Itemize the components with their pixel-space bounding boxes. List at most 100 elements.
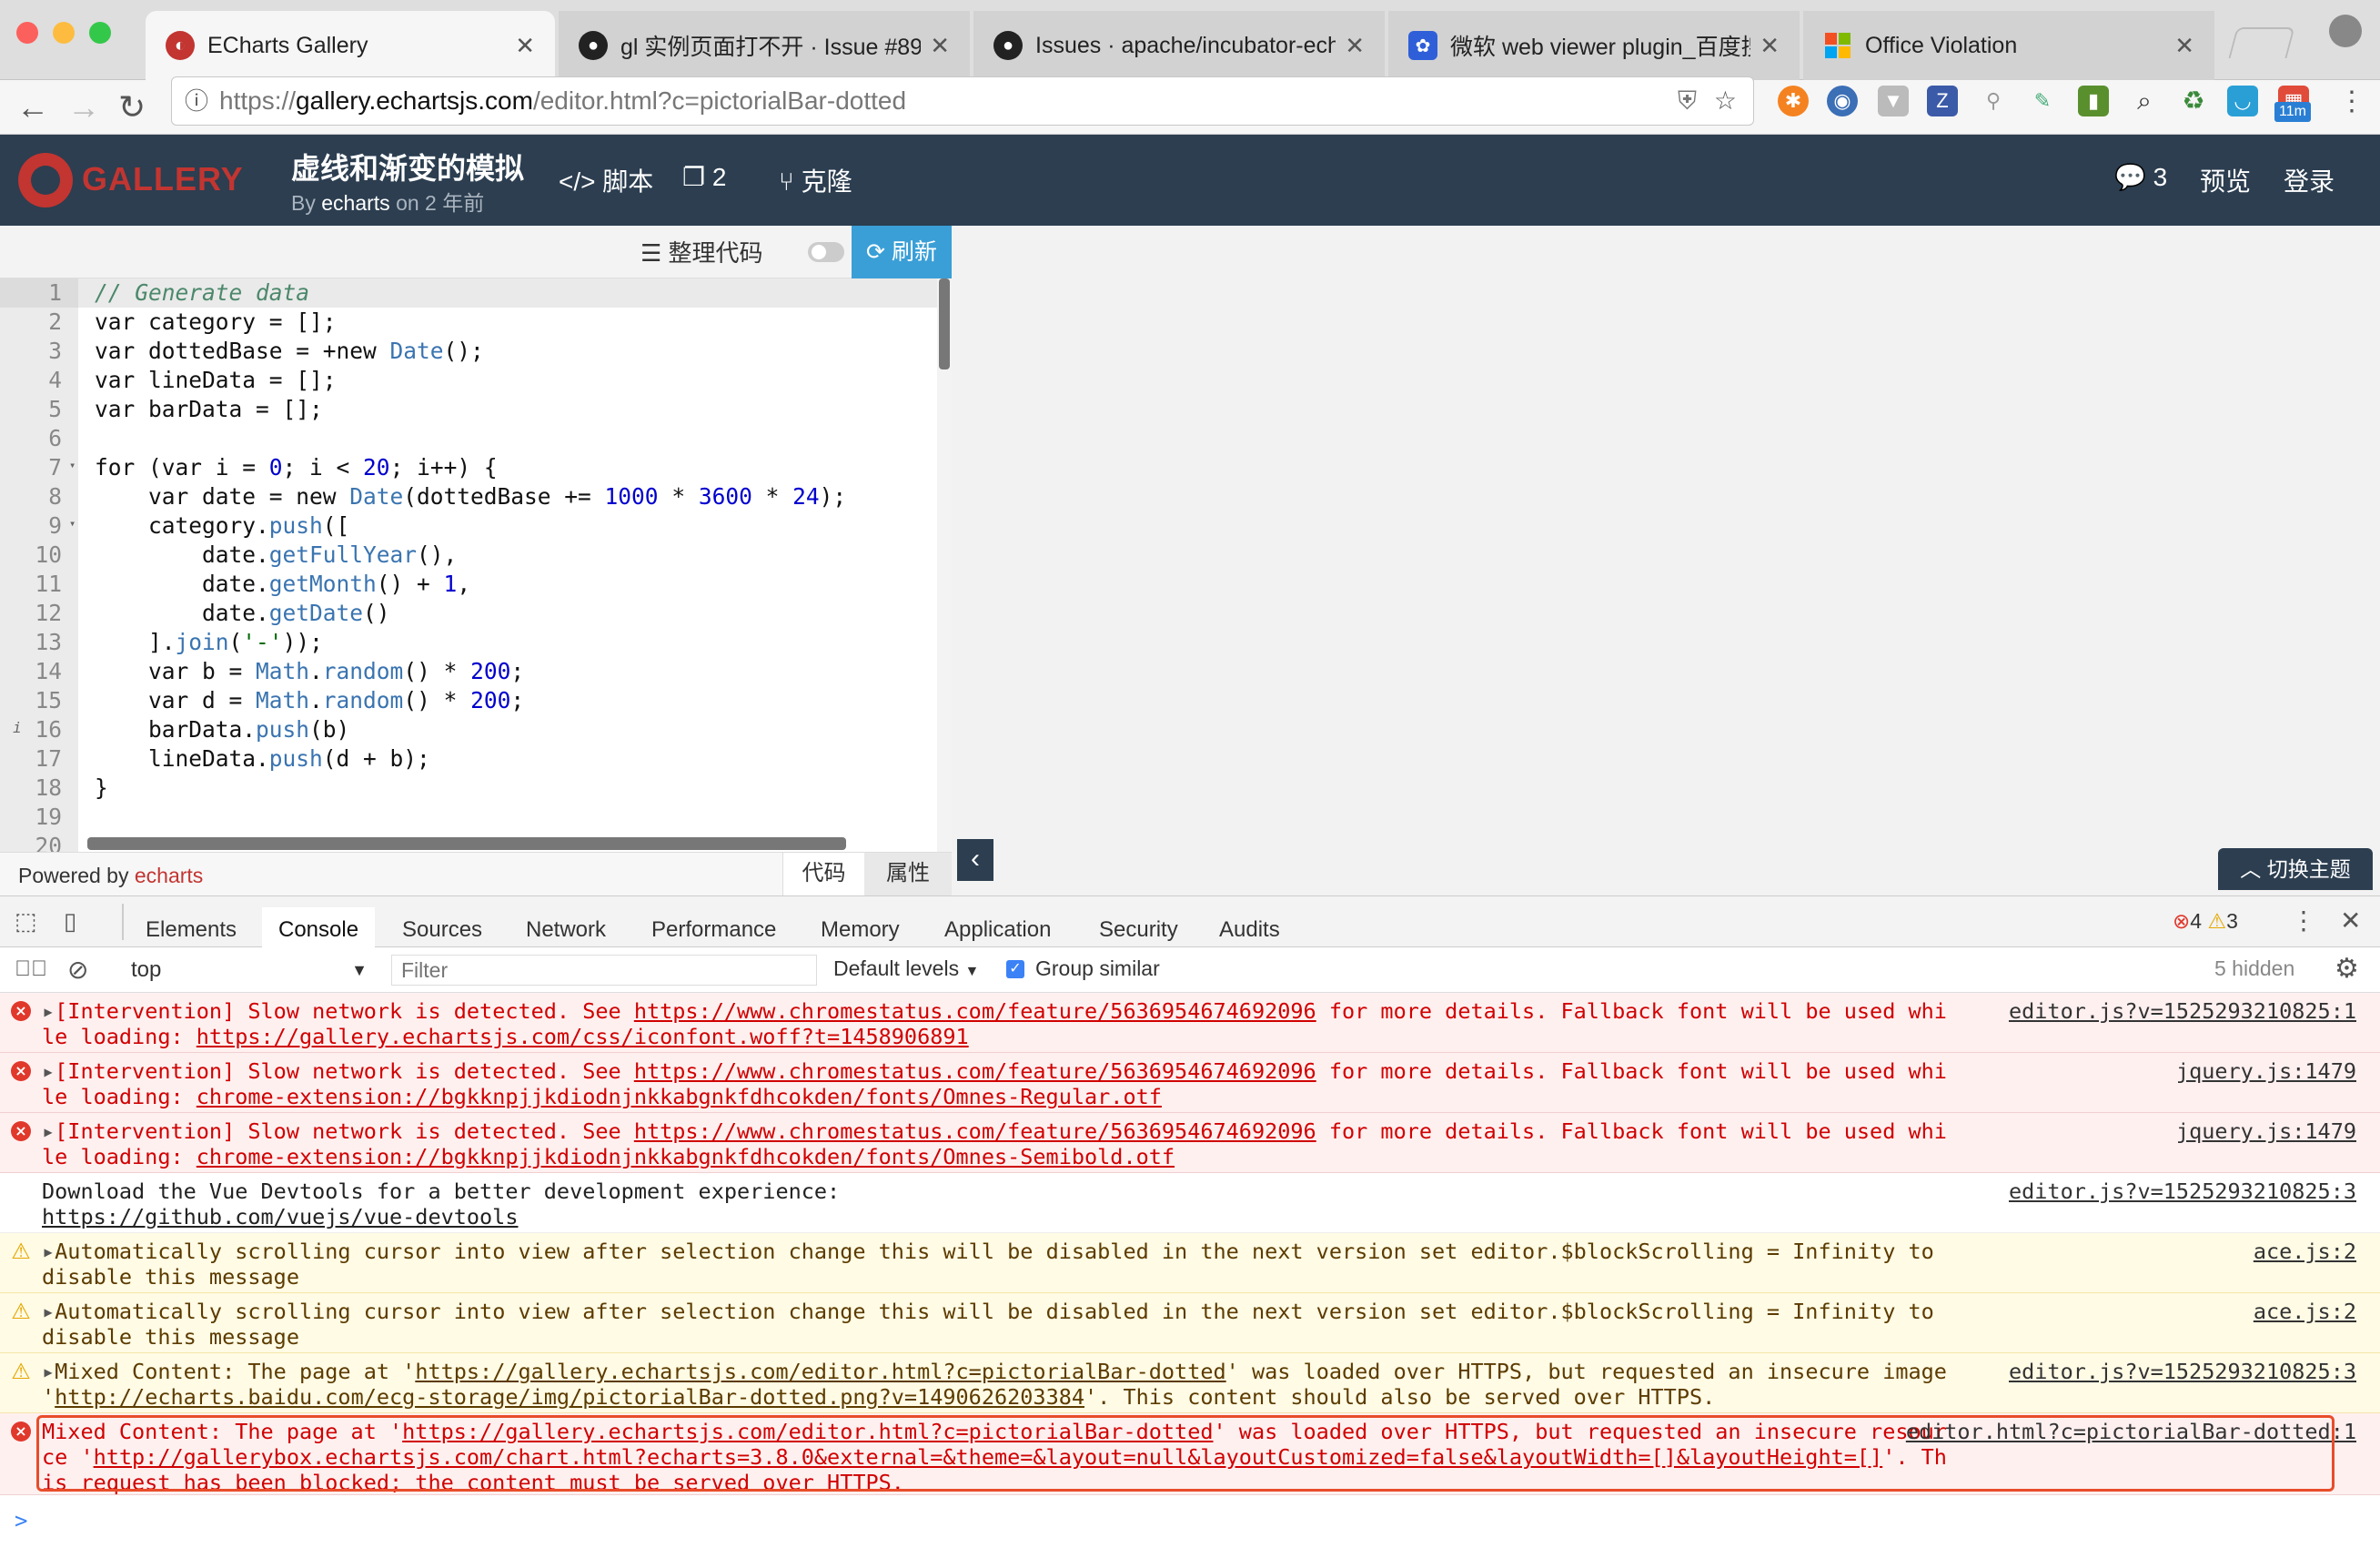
console-prompt[interactable]: >	[15, 1508, 27, 1533]
message-link[interactable]: http://echarts.baidu.com/ecg-storage/img…	[55, 1384, 1084, 1410]
auto-refresh-toggle[interactable]	[808, 242, 844, 262]
format-code-button[interactable]: ☰ 整理代码	[640, 235, 763, 268]
fold-arrow-icon[interactable]: ▾	[69, 459, 76, 471]
info-gutter-icon[interactable]: i	[13, 719, 22, 736]
message-link[interactable]: https://www.chromestatus.com/feature/563…	[634, 1058, 1316, 1084]
expand-arrow-icon[interactable]: ▸	[42, 1058, 55, 1084]
console-message[interactable]: Download the Vue Devtools for a better d…	[0, 1173, 2380, 1233]
devtools-tab-memory[interactable]: Memory	[821, 907, 900, 953]
message-source-link[interactable]: editor.js?v=1525293210825:3	[2009, 1359, 2356, 1384]
code-line[interactable]: ].join('-'));	[95, 628, 323, 657]
browser-tab-github-issue[interactable]: ● gl 实例页面打不开 · Issue #891 ✕	[559, 11, 970, 80]
preview-button[interactable]: 预览	[2200, 162, 2251, 198]
browser-tab-github-issues[interactable]: ● Issues · apache/incubator-echa ✕	[973, 11, 1385, 80]
message-source-link[interactable]: jquery.js:1479	[2176, 1118, 2356, 1144]
extension-bookmark-icon[interactable]: ▮	[2078, 86, 2109, 116]
fold-arrow-icon[interactable]: ▾	[69, 517, 76, 530]
code-line[interactable]: var b = Math.random() * 200;	[95, 657, 524, 686]
devtools-tab-sources[interactable]: Sources	[402, 907, 482, 953]
extension-notes-icon[interactable]: ✎	[2027, 86, 2058, 116]
comments-button[interactable]: 💬 3	[2114, 162, 2167, 192]
window-close-button[interactable]	[16, 22, 38, 44]
close-icon[interactable]: ✕	[515, 32, 535, 60]
gallery-logo-text[interactable]: GALLERY	[82, 160, 244, 198]
console-message[interactable]: × ▸[Intervention] Slow network is detecte…	[0, 993, 2380, 1053]
address-bar[interactable]: ⓘ https://gallery.echartsjs.com/editor.h…	[171, 76, 1754, 126]
code-line[interactable]: var date = new Date(dottedBase += 1000 *…	[95, 482, 846, 511]
extension-recycle-icon[interactable]: ♻	[2178, 86, 2209, 116]
code-line[interactable]: var lineData = [];	[95, 366, 337, 395]
echarts-link[interactable]: echarts	[135, 864, 203, 887]
devtools-tab-application[interactable]: Application	[944, 907, 1051, 953]
code-line[interactable]: date.getDate()	[95, 599, 390, 628]
console-filter-input[interactable]	[391, 955, 817, 986]
bookmark-star-icon[interactable]: ☆	[1714, 77, 1737, 125]
code-line[interactable]: }	[95, 774, 108, 803]
message-link[interactable]: http://gallerybox.echartsjs.com/chart.ht…	[94, 1444, 1883, 1470]
forward-arrow-icon[interactable]: →	[67, 87, 100, 127]
message-source-link[interactable]: editor.js?v=1525293210825:3	[2009, 1179, 2356, 1204]
devtools-tab-network[interactable]: Network	[526, 907, 606, 953]
expand-arrow-icon[interactable]: ▸	[42, 998, 55, 1024]
code-line[interactable]: for (var i = 0; i < 20; i++) {	[95, 453, 498, 482]
message-link[interactable]: chrome-extension://bgkknpjjkdiodnjnkkabg…	[197, 1144, 1175, 1169]
clone-button[interactable]: ⑂ 克隆	[779, 162, 852, 198]
login-button[interactable]: 登录	[2284, 162, 2335, 198]
expand-arrow-icon[interactable]: ▸	[42, 1359, 55, 1384]
gallery-logo-icon[interactable]	[18, 153, 73, 207]
context-select[interactable]: top ▼	[118, 953, 371, 987]
close-icon[interactable]: ✕	[930, 32, 950, 60]
device-toolbar-icon[interactable]: ▯	[64, 907, 76, 936]
console-message[interactable]: ⚠ ▸Automatically scrolling cursor into vi…	[0, 1233, 2380, 1293]
refresh-button[interactable]: ⟳ 刷新	[852, 226, 952, 278]
message-link[interactable]: https://gallery.echartsjs.com/editor.htm…	[415, 1359, 1225, 1384]
log-levels-select[interactable]: Default levels ▼	[833, 956, 979, 981]
console-message[interactable]: ⚠ ▸Automatically scrolling cursor into vi…	[0, 1293, 2380, 1353]
message-link[interactable]: https://gallery.echartsjs.com/editor.htm…	[402, 1419, 1213, 1444]
code-line[interactable]: var category = [];	[95, 308, 337, 337]
clear-console-icon[interactable]: ⊘	[67, 955, 88, 985]
code-line[interactable]: var dottedBase = +new Date();	[95, 337, 484, 366]
code-line[interactable]: barData.push(b)	[95, 715, 349, 744]
info-icon[interactable]: ⓘ	[185, 77, 208, 125]
extension-z-icon[interactable]: Z	[1927, 86, 1958, 116]
expand-arrow-icon[interactable]: ▸	[42, 1239, 55, 1264]
expand-arrow-icon[interactable]: ▸	[42, 1118, 55, 1144]
message-source-link[interactable]: ace.js:2	[2254, 1299, 2356, 1324]
devtools-tab-performance[interactable]: Performance	[651, 907, 776, 953]
extension-globe-icon[interactable]: ◉	[1827, 86, 1858, 116]
author-link[interactable]: echarts	[321, 191, 389, 215]
extension-cup-icon[interactable]: ◡	[2227, 86, 2258, 116]
code-line[interactable]: // Generate data	[78, 278, 937, 308]
code-line[interactable]: var d = Math.random() * 200;	[95, 686, 524, 715]
blocked-content-shield-icon[interactable]: ⛨	[1678, 77, 1697, 125]
switch-theme-button[interactable]: ︿ 切换主题	[2218, 848, 2373, 890]
inspect-element-icon[interactable]: ⬚	[15, 907, 37, 936]
versions-button[interactable]: ❐ 2	[682, 162, 726, 192]
browser-tab-baidu[interactable]: ✿ 微软 web viewer plugin_百度搜 ✕	[1388, 11, 1800, 80]
devtools-tab-security[interactable]: Security	[1099, 907, 1178, 953]
code-line[interactable]: date.getMonth() + 1,	[95, 570, 470, 599]
reload-icon[interactable]: ↻	[118, 87, 146, 127]
browser-tab-echarts-gallery[interactable]: ◐ ECharts Gallery ✕	[146, 11, 555, 80]
window-minimize-button[interactable]	[53, 22, 75, 44]
window-zoom-button[interactable]	[89, 22, 111, 44]
console-settings-gear-icon[interactable]: ⚙	[2335, 953, 2359, 985]
browser-tab-office-violation[interactable]: Office Violation ✕	[1803, 11, 2214, 80]
extension-gitlab-icon[interactable]: ▼	[1878, 86, 1909, 116]
message-source-link[interactable]: editor.js?v=1525293210825:1	[2009, 998, 2356, 1024]
tab-properties[interactable]: 属性	[864, 853, 952, 896]
expand-arrow-icon[interactable]: ▸	[42, 1299, 55, 1324]
vertical-scrollbar-thumb[interactable]	[939, 278, 950, 369]
code-line[interactable]: date.getFullYear(),	[95, 541, 457, 570]
message-link[interactable]: https://www.chromestatus.com/feature/563…	[634, 1118, 1316, 1144]
group-similar-checkbox[interactable]: ✓	[1006, 960, 1024, 978]
devtools-tab-audits[interactable]: Audits	[1219, 907, 1280, 953]
message-link[interactable]: https://github.com/vuejs/vue-devtools	[42, 1204, 518, 1229]
extension-orange-icon[interactable]: ✱	[1778, 86, 1809, 116]
code-area[interactable]: 1 2 3 4 5 6 7 8 9 10 11 12 13 14 15 16 17 18 19 20// Genera…	[0, 278, 937, 852]
sidebar-toggle-icon[interactable]: ▸⃞	[15, 956, 47, 982]
devtools-tab-console[interactable]: Console	[262, 907, 376, 953]
console-message[interactable]: × ▸[Intervention] Slow network is detecte…	[0, 1053, 2380, 1113]
chrome-menu-icon[interactable]: ⋮	[2338, 86, 2365, 117]
